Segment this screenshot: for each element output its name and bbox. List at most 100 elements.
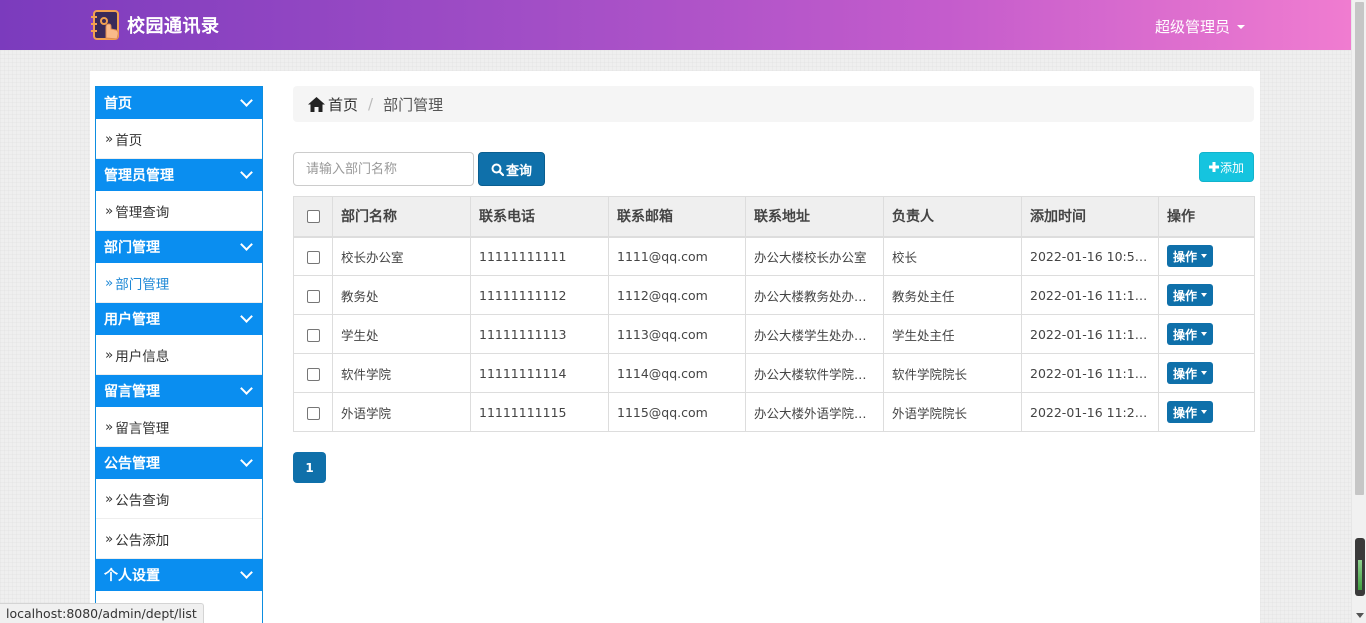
- table-cell-added: 2022-01-16 11:19:01: [1021, 353, 1159, 393]
- app-logo[interactable]: 校园通讯录: [90, 8, 220, 42]
- menu-group-header[interactable]: 用户管理: [96, 303, 262, 335]
- menu-group-header[interactable]: 个人设置: [96, 559, 262, 591]
- add-button-label: 添加: [1219, 160, 1244, 175]
- column-header: 负责人: [883, 196, 1022, 238]
- chevron-down-icon: [240, 94, 253, 107]
- menu-group-header[interactable]: 部门管理: [96, 231, 262, 263]
- double-chevron-right-icon: »: [105, 346, 114, 363]
- row-checkbox[interactable]: [306, 289, 320, 303]
- menu-group-header[interactable]: 管理员管理: [96, 159, 262, 191]
- table-row: 校长办公室 11111111111 1111@qq.com 办公大楼校长办公室 校长 20…: [293, 236, 1255, 276]
- breadcrumb-current: 部门管理: [383, 95, 444, 114]
- table-cell-phone: 11111111115: [470, 392, 609, 432]
- table-cell-action: 操作: [1158, 314, 1255, 354]
- table-cell-address: 办公大楼教务处办公室: [745, 275, 884, 315]
- row-action-dropdown-button[interactable]: 操作: [1167, 245, 1214, 268]
- row-checkbox[interactable]: [306, 367, 320, 381]
- menu-group-title: 部门管理: [104, 240, 160, 256]
- side-widget[interactable]: [1355, 538, 1365, 596]
- vertical-scrollbar[interactable]: [1351, 0, 1366, 623]
- table-cell-added: 2022-01-16 10:54:59: [1021, 236, 1159, 276]
- table-row: 软件学院 11111111114 1114@qq.com 办公大楼软件学院办... 软件…: [293, 353, 1255, 393]
- breadcrumb-home-link[interactable]: 首页: [308, 94, 358, 115]
- caret-down-icon: [1201, 254, 1208, 259]
- menu-group-header[interactable]: 公告管理: [96, 447, 262, 479]
- row-select-cell: [293, 314, 333, 354]
- sidebar-menu-item[interactable]: » 留言管理: [96, 407, 262, 447]
- table-cell-action: 操作: [1158, 392, 1255, 432]
- table-cell-email: 1113@qq.com: [608, 314, 746, 354]
- table-cell-email: 1111@qq.com: [608, 236, 746, 276]
- column-header: 操作: [1158, 196, 1255, 238]
- row-action-dropdown-button[interactable]: 操作: [1167, 362, 1214, 384]
- row-checkbox[interactable]: [306, 406, 320, 420]
- plus-icon: [1208, 162, 1219, 172]
- double-chevron-right-icon: »: [105, 418, 114, 435]
- table-cell-name: 软件学院: [332, 353, 471, 393]
- sidebar-menu-item[interactable]: » 管理查询: [96, 191, 262, 231]
- row-select-cell: [293, 353, 333, 393]
- table-cell-manager: 软件学院院长: [883, 353, 1022, 393]
- row-checkbox[interactable]: [306, 250, 320, 264]
- scrollbar-thumb[interactable]: [1355, 2, 1364, 495]
- row-action-label: 操作: [1173, 288, 1198, 303]
- double-chevron-right-icon: »: [105, 530, 114, 547]
- menu-group-title: 个人设置: [104, 568, 160, 584]
- top-navbar: 校园通讯录 超级管理员: [0, 0, 1351, 50]
- menu-group-header[interactable]: 首页: [96, 87, 262, 119]
- dept-table: 部门名称 联系电话 联系邮箱 联系地址 负责人 添加时间 操作 校长办公室 111…: [293, 196, 1255, 432]
- table-cell-phone: 11111111114: [470, 353, 609, 393]
- sidebar-menu-item-label: 首页: [115, 132, 143, 149]
- table-row: 学生处 11111111113 1113@qq.com 办公大楼学生处办公室 学生处主任…: [293, 314, 1255, 354]
- chevron-down-icon: [240, 238, 253, 251]
- sidebar-menu-item[interactable]: » 公告查询: [96, 479, 262, 519]
- chevron-down-icon: [240, 166, 253, 179]
- row-checkbox[interactable]: [306, 328, 320, 342]
- row-action-dropdown-button[interactable]: 操作: [1167, 323, 1214, 345]
- pagination-page-1[interactable]: 1: [293, 452, 326, 483]
- user-name: 超级管理员: [1154, 18, 1230, 36]
- table-row: 外语学院 11111111115 1115@qq.com 办公大楼外语学院办... 外语…: [293, 392, 1255, 432]
- table-cell-added: 2022-01-16 11:13:52: [1021, 275, 1159, 315]
- table-cell-name: 教务处: [332, 275, 471, 315]
- caret-down-icon: [1237, 24, 1245, 29]
- sidebar-menu-item[interactable]: » 首页: [96, 119, 262, 159]
- chevron-down-icon: [240, 566, 253, 579]
- table-cell-address: 办公大楼软件学院办...: [745, 353, 884, 393]
- row-action-label: 操作: [1173, 405, 1198, 420]
- row-action-label: 操作: [1173, 366, 1198, 381]
- breadcrumb-home-label: 首页: [328, 95, 359, 114]
- caret-down-icon: [1201, 371, 1208, 375]
- sidebar-menu-item[interactable]: » 公告添加: [96, 519, 262, 559]
- column-header: 部门名称: [332, 196, 471, 238]
- table-cell-manager: 外语学院院长: [883, 392, 1022, 432]
- scroll-down-arrow-icon[interactable]: [1356, 613, 1364, 618]
- column-header: 添加时间: [1021, 196, 1159, 238]
- browser-status-url: localhost:8080/admin/dept/list: [0, 603, 204, 623]
- select-all-checkbox[interactable]: [306, 209, 320, 223]
- dept-name-search-input[interactable]: [293, 152, 474, 186]
- table-cell-manager: 学生处主任: [883, 314, 1022, 354]
- sidebar-menu-item[interactable]: » 用户信息: [96, 335, 262, 375]
- menu-group-title: 管理员管理: [104, 168, 174, 184]
- search-button[interactable]: 查询: [478, 152, 545, 186]
- menu-group-header[interactable]: 留言管理: [96, 375, 262, 407]
- table-row: 教务处 11111111112 1112@qq.com 办公大楼教务处办公室 教务处主任…: [293, 275, 1255, 315]
- table-cell-action: 操作: [1158, 236, 1255, 276]
- caret-down-icon: [1201, 332, 1208, 336]
- table-cell-phone: 11111111111: [470, 236, 609, 276]
- column-header: 联系地址: [745, 196, 884, 238]
- table-cell-action: 操作: [1158, 275, 1255, 315]
- user-menu-dropdown[interactable]: 超级管理员: [1155, 16, 1245, 37]
- double-chevron-right-icon: »: [105, 202, 114, 219]
- table-cell-email: 1114@qq.com: [608, 353, 746, 393]
- search-button-label: 查询: [505, 163, 532, 179]
- row-action-dropdown-button[interactable]: 操作: [1167, 284, 1214, 306]
- add-button[interactable]: 添加: [1199, 152, 1254, 182]
- sidebar-menu-item[interactable]: » 部门管理: [96, 263, 262, 303]
- double-chevron-right-icon: »: [105, 274, 114, 291]
- chevron-down-icon: [240, 382, 253, 395]
- double-chevron-right-icon: »: [105, 490, 114, 507]
- row-action-dropdown-button[interactable]: 操作: [1167, 401, 1214, 423]
- caret-down-icon: [1201, 410, 1208, 414]
